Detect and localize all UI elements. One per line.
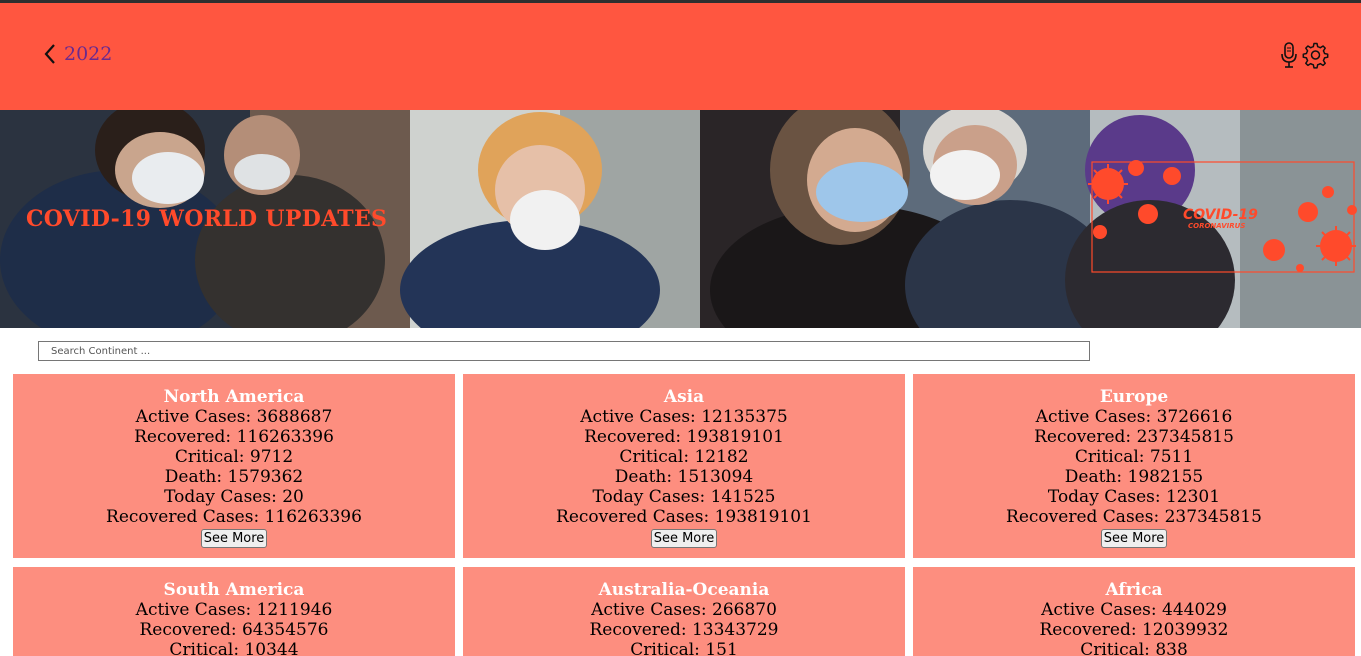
today-cases: Today Cases: 141525	[592, 487, 776, 507]
critical: Critical: 151	[630, 640, 738, 656]
critical: Critical: 10344	[169, 640, 299, 656]
logo-title: COVID-19	[1183, 207, 1258, 223]
critical: Critical: 9712	[174, 447, 294, 467]
death: Death: 1579362	[164, 467, 304, 487]
app-header: 2022	[0, 3, 1361, 110]
card-title: Asia	[663, 387, 705, 407]
active-cases: Active Cases: 444029	[1041, 600, 1227, 620]
active-cases: Active Cases: 266870	[591, 600, 777, 620]
critical: Critical: 7511	[1074, 447, 1194, 467]
active-cases: Active Cases: 1211946	[135, 600, 333, 620]
card-title: Africa	[1105, 580, 1163, 600]
microphone-icon[interactable]	[1279, 41, 1299, 69]
hero-title: COVID-19 WORLD UPDATES	[26, 206, 388, 232]
continent-card-africa: Africa Active Cases: 444029 Recovered: 1…	[913, 567, 1355, 656]
active-cases: Active Cases: 12135375	[580, 407, 788, 427]
recovered: Recovered: 12039932	[1039, 620, 1229, 640]
back-button[interactable]: 2022	[42, 43, 112, 65]
see-more-button[interactable]: See More	[650, 529, 718, 548]
today-cases: Today Cases: 20	[164, 487, 304, 507]
see-more-button[interactable]: See More	[200, 529, 268, 548]
card-title: South America	[163, 580, 305, 600]
card-title: North America	[163, 387, 305, 407]
critical: Critical: 838	[1080, 640, 1188, 656]
recovered: Recovered: 193819101	[584, 427, 784, 447]
continent-card-north-america: North America Active Cases: 3688687 Reco…	[13, 374, 455, 558]
active-cases: Active Cases: 3726616	[1035, 407, 1233, 427]
search-input[interactable]	[38, 341, 1090, 361]
recovered: Recovered: 237345815	[1034, 427, 1234, 447]
gear-icon[interactable]	[1301, 41, 1329, 69]
logo-subtitle: CORONAVIRUS	[1188, 222, 1246, 230]
recovered: Recovered: 116263396	[134, 427, 334, 447]
death: Death: 1982155	[1064, 467, 1204, 487]
continent-card-asia: Asia Active Cases: 12135375 Recovered: 1…	[463, 374, 905, 558]
continent-card-south-america: South America Active Cases: 1211946 Reco…	[13, 567, 455, 656]
continent-card-australia-oceania: Australia-Oceania Active Cases: 266870 R…	[463, 567, 905, 656]
critical: Critical: 12182	[619, 447, 749, 467]
recovered-cases: Recovered Cases: 237345815	[1006, 507, 1262, 527]
card-title: Europe	[1099, 387, 1169, 407]
year-label: 2022	[64, 43, 113, 65]
active-cases: Active Cases: 3688687	[135, 407, 333, 427]
continent-card-europe: Europe Active Cases: 3726616 Recovered: …	[913, 374, 1355, 558]
card-title: Australia-Oceania	[598, 580, 770, 600]
see-more-button[interactable]: See More	[1100, 529, 1168, 548]
today-cases: Today Cases: 12301	[1047, 487, 1221, 507]
recovered-cases: Recovered Cases: 116263396	[106, 507, 362, 527]
recovered: Recovered: 13343729	[589, 620, 779, 640]
chevron-left-icon	[44, 44, 55, 64]
death: Death: 1513094	[614, 467, 754, 487]
hero-banner: COVID-19 WORLD UPDATES COVID-19 CORONAVI…	[0, 110, 1361, 328]
recovered-cases: Recovered Cases: 193819101	[556, 507, 812, 527]
recovered: Recovered: 64354576	[139, 620, 329, 640]
